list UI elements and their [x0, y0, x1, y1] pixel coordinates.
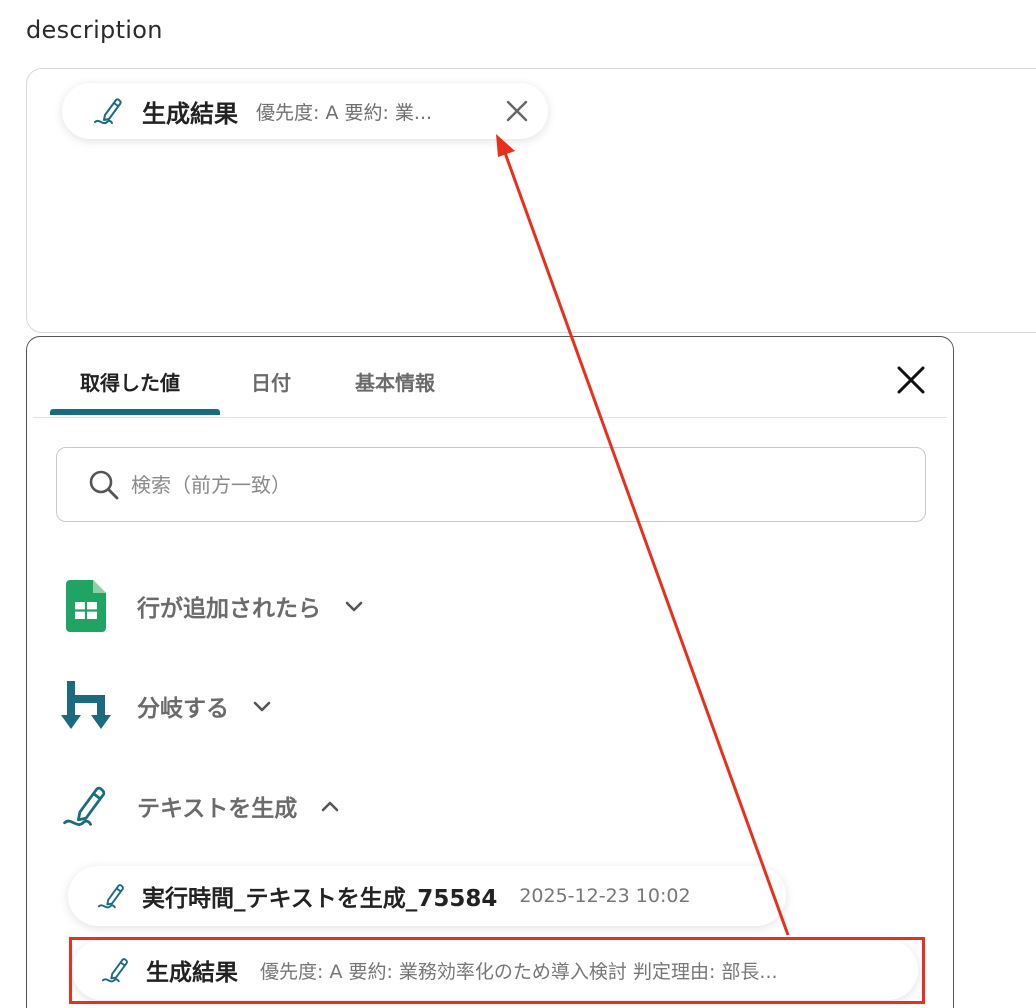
chevron-up-icon — [322, 801, 339, 812]
pen-line-icon — [57, 777, 115, 835]
pen-line-icon — [94, 98, 122, 125]
group-branch[interactable]: 分岐する — [57, 677, 273, 735]
group-row-added[interactable]: 行が追加されたら — [57, 577, 365, 635]
pen-line-icon — [101, 958, 128, 983]
chip-title: 生成結果 — [142, 99, 238, 128]
search-field[interactable] — [56, 447, 926, 522]
search-input[interactable] — [129, 471, 833, 498]
list-item[interactable]: 実行時間_テキストを生成_75584 2025-12-23 10:02 — [68, 866, 786, 926]
search-icon — [89, 470, 119, 499]
tab-retrieved-values[interactable]: 取得した値 — [80, 367, 180, 396]
branch-icon — [57, 677, 115, 735]
chevron-down-icon — [345, 601, 363, 612]
chip-subtitle: 優先度: A 要約: 業... — [256, 101, 433, 124]
list-item[interactable]: 生成結果 優先度: A 要約: 業務効率化のため導入検討 判定理由: 部長... — [72, 940, 918, 1000]
group-label: テキストを生成 — [137, 796, 298, 822]
item-value: 2025-12-23 10:02 — [519, 885, 691, 907]
item-title: 生成結果 — [146, 960, 238, 986]
chevron-down-icon — [253, 701, 271, 712]
item-value: 優先度: A 要約: 業務効率化のため導入検討 判定理由: 部長... — [260, 960, 778, 983]
active-tab-indicator — [50, 409, 220, 415]
page: description 生成結果 優先度: A 要約: 業... 取得した値 日… — [0, 0, 1036, 1008]
google-sheets-icon — [57, 577, 115, 635]
value-chip[interactable]: 生成結果 優先度: A 要約: 業... — [62, 83, 548, 139]
tab-basic-info[interactable]: 基本情報 — [355, 367, 435, 396]
group-generate-text[interactable]: テキストを生成 — [57, 777, 341, 835]
field-label: description — [26, 16, 163, 44]
group-label: 行が追加されたら — [137, 596, 321, 622]
tab-date[interactable]: 日付 — [251, 367, 291, 396]
tab-bar: 取得した値 日付 基本情報 — [33, 337, 947, 418]
close-icon[interactable] — [894, 363, 928, 397]
close-icon[interactable] — [504, 98, 530, 124]
group-label: 分岐する — [137, 696, 229, 722]
item-title: 実行時間_テキストを生成_75584 — [142, 886, 498, 912]
pen-line-icon — [97, 884, 124, 909]
